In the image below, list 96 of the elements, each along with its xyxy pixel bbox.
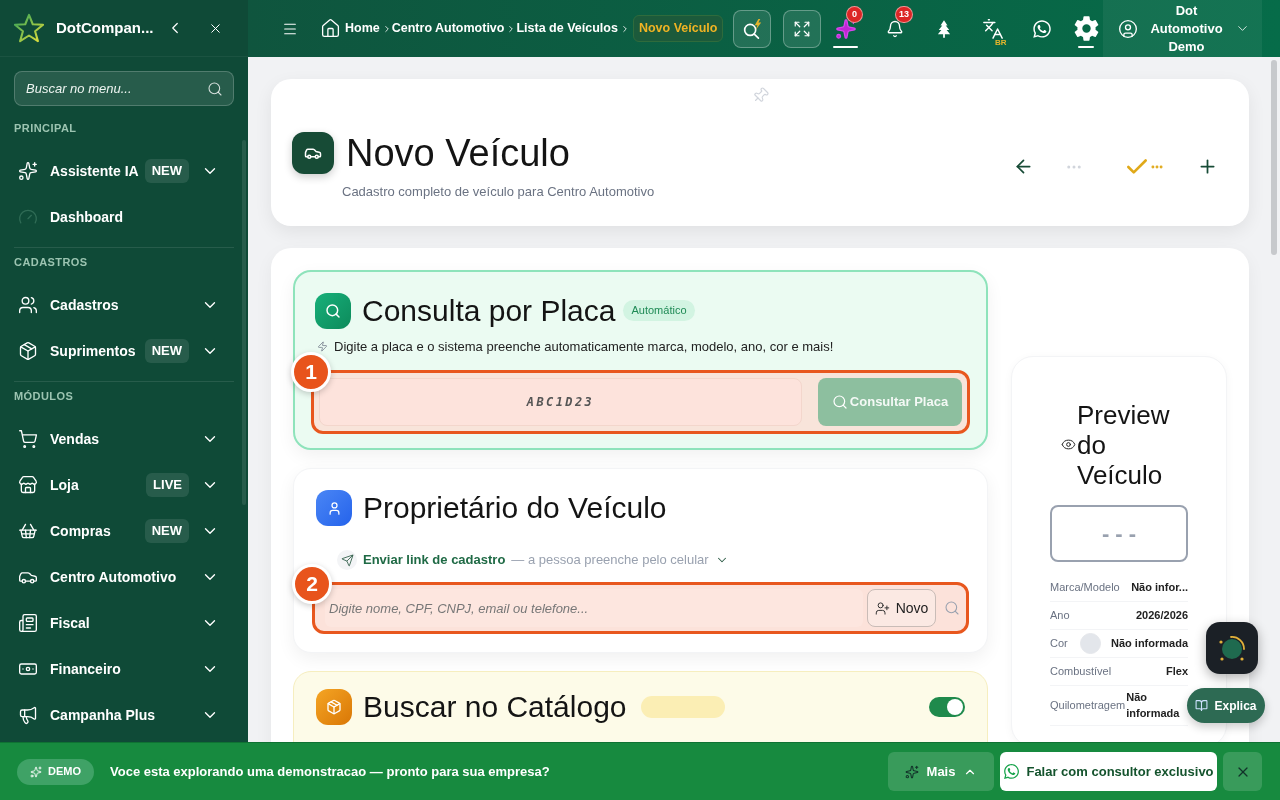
field-label: Marca/Modelo: [1050, 579, 1120, 595]
search-bolt-icon: [741, 17, 763, 40]
section-title: PRINCIPAL: [14, 121, 78, 135]
owner-search-field[interactable]: Digite nome, CPF, CNPJ, email ou telefone...: [325, 589, 863, 627]
step-badge: 2: [292, 564, 332, 604]
section-title: Proprietário do Veículo: [363, 490, 667, 526]
link-note: — a pessoa preenche pelo celular: [511, 551, 709, 570]
people-icon: [18, 295, 38, 315]
item-badge: LIVE: [146, 473, 189, 497]
hint-text: Digite a placa e o sistema preenche automaticamente marca, modelo, ano, cor e mais!: [334, 337, 834, 356]
sidebar-item[interactable]: Loja LIVE: [14, 462, 234, 508]
preview-title: Preview do Veículo: [1077, 399, 1171, 490]
star-logo-icon: [14, 13, 44, 43]
color-swatch-icon: [1079, 632, 1101, 654]
sidebar-item[interactable]: Centro Automotivo: [14, 554, 234, 600]
book-icon: [1195, 699, 1209, 712]
car-tile-icon: [292, 132, 334, 174]
sidebar-item[interactable]: Cadastros: [14, 282, 234, 328]
user-plus-icon: [874, 600, 890, 616]
field-value: Não informada: [1110, 635, 1188, 651]
bell-icon[interactable]: [885, 19, 904, 38]
breadcrumb-link[interactable]: Lista de Veículos: [516, 19, 618, 38]
page-title: Novo Veículo: [346, 132, 570, 174]
whatsapp-icon[interactable]: [1031, 18, 1052, 39]
consultant-button[interactable]: Falar com consultor exclusivo: [1000, 752, 1217, 791]
field-value: 2026/2026: [1135, 607, 1188, 623]
breadcrumb-link[interactable]: Home: [345, 19, 380, 38]
translate-icon[interactable]: [981, 17, 1004, 40]
box-icon: [18, 341, 38, 361]
whatsapp-icon: [1003, 763, 1021, 780]
breadcrumb-link[interactable]: Novo Veículo: [632, 15, 724, 42]
knob-icon: [1217, 633, 1247, 663]
box-icon: [316, 689, 352, 725]
item-badge: NEW: [144, 339, 189, 363]
user-avatar-icon: [1118, 18, 1138, 39]
send-link[interactable]: Enviar link de cadastro: [363, 550, 506, 570]
field-value: Não infor...: [1130, 579, 1188, 595]
notification-count: 0: [846, 6, 863, 23]
sidebar-item[interactable]: Campanha Plus: [14, 692, 234, 738]
field-value: Não informada: [1125, 689, 1181, 721]
plate-input[interactable]: ABC1D23: [319, 378, 802, 426]
field-label: Combustível: [1050, 663, 1112, 679]
section-title: Consulta por Placa: [362, 292, 616, 329]
assistant-button[interactable]: [1206, 622, 1258, 674]
notification-count: 13: [895, 6, 913, 23]
language-tag: BR: [995, 37, 1007, 49]
demo-message: Voce esta explorando uma demonstracao — pronto para sua empresa?: [110, 762, 550, 781]
page-subtitle: Cadastro completo de veículo para Centro Automotivo: [342, 183, 655, 201]
item-badge: NEW: [144, 159, 189, 183]
expand-icon: [793, 19, 811, 38]
explain-button[interactable]: Explica: [1187, 688, 1265, 723]
toggle-switch[interactable]: [929, 697, 965, 717]
sidebar-item[interactable]: Compras NEW: [14, 508, 234, 554]
sidebar-item[interactable]: Dashboard: [14, 194, 234, 240]
sidebar-item[interactable]: Financeiro: [14, 646, 234, 692]
demo-label: DEMO: [48, 764, 81, 780]
sparkles-icon: [904, 764, 919, 779]
step-badge: 1: [291, 352, 331, 392]
search-tile-icon: [315, 292, 351, 329]
field-value: Flex: [1165, 663, 1188, 679]
person-tile-icon: [316, 490, 352, 526]
scrollbar-thumb[interactable]: [1271, 60, 1277, 255]
fullscreen-button[interactable]: [783, 9, 821, 48]
megaphone-icon: [18, 705, 38, 725]
send-icon: [337, 550, 357, 570]
section-title: CADASTROS: [14, 255, 89, 269]
basket-icon: [18, 521, 38, 541]
section-title: MÓDULOS: [14, 389, 75, 403]
home-icon[interactable]: [320, 18, 341, 39]
search-icon: [207, 81, 223, 97]
section-title: Buscar no Catálogo: [363, 689, 627, 725]
item-badge: NEW: [144, 519, 189, 543]
search-button[interactable]: [733, 9, 771, 48]
newspaper-icon: [18, 613, 38, 633]
sparkles-icon: [30, 765, 42, 778]
lightning-icon: [317, 340, 328, 352]
status-badge: Automático: [623, 300, 695, 321]
sidebar-item[interactable]: Fiscal: [14, 600, 234, 646]
settings-icon[interactable]: [1072, 15, 1100, 42]
new-owner-button[interactable]: Novo: [867, 589, 936, 627]
search-icon: [831, 394, 848, 410]
breadcrumb-link[interactable]: Centro Automotivo: [391, 19, 505, 38]
sparkles-icon: [18, 161, 38, 181]
sidebar-item[interactable]: Suprimentos NEW: [14, 328, 234, 374]
sidebar-item[interactable]: Assistente IA NEW: [14, 148, 234, 194]
tree-icon[interactable]: [936, 19, 951, 38]
user-menu[interactable]: Dot Automotivo Demo: [1103, 0, 1262, 57]
field-label: Cor: [1050, 635, 1068, 651]
brand-name: DotCompan...: [56, 17, 155, 38]
field-label: Quilometragem: [1050, 697, 1126, 713]
store-icon: [18, 475, 38, 495]
cart-icon: [18, 429, 38, 449]
plate-preview: - - -: [1050, 504, 1188, 562]
sidebar-item[interactable]: Vendas: [14, 416, 234, 462]
field-label: Ano: [1050, 607, 1070, 623]
eye-icon: [1061, 437, 1076, 452]
